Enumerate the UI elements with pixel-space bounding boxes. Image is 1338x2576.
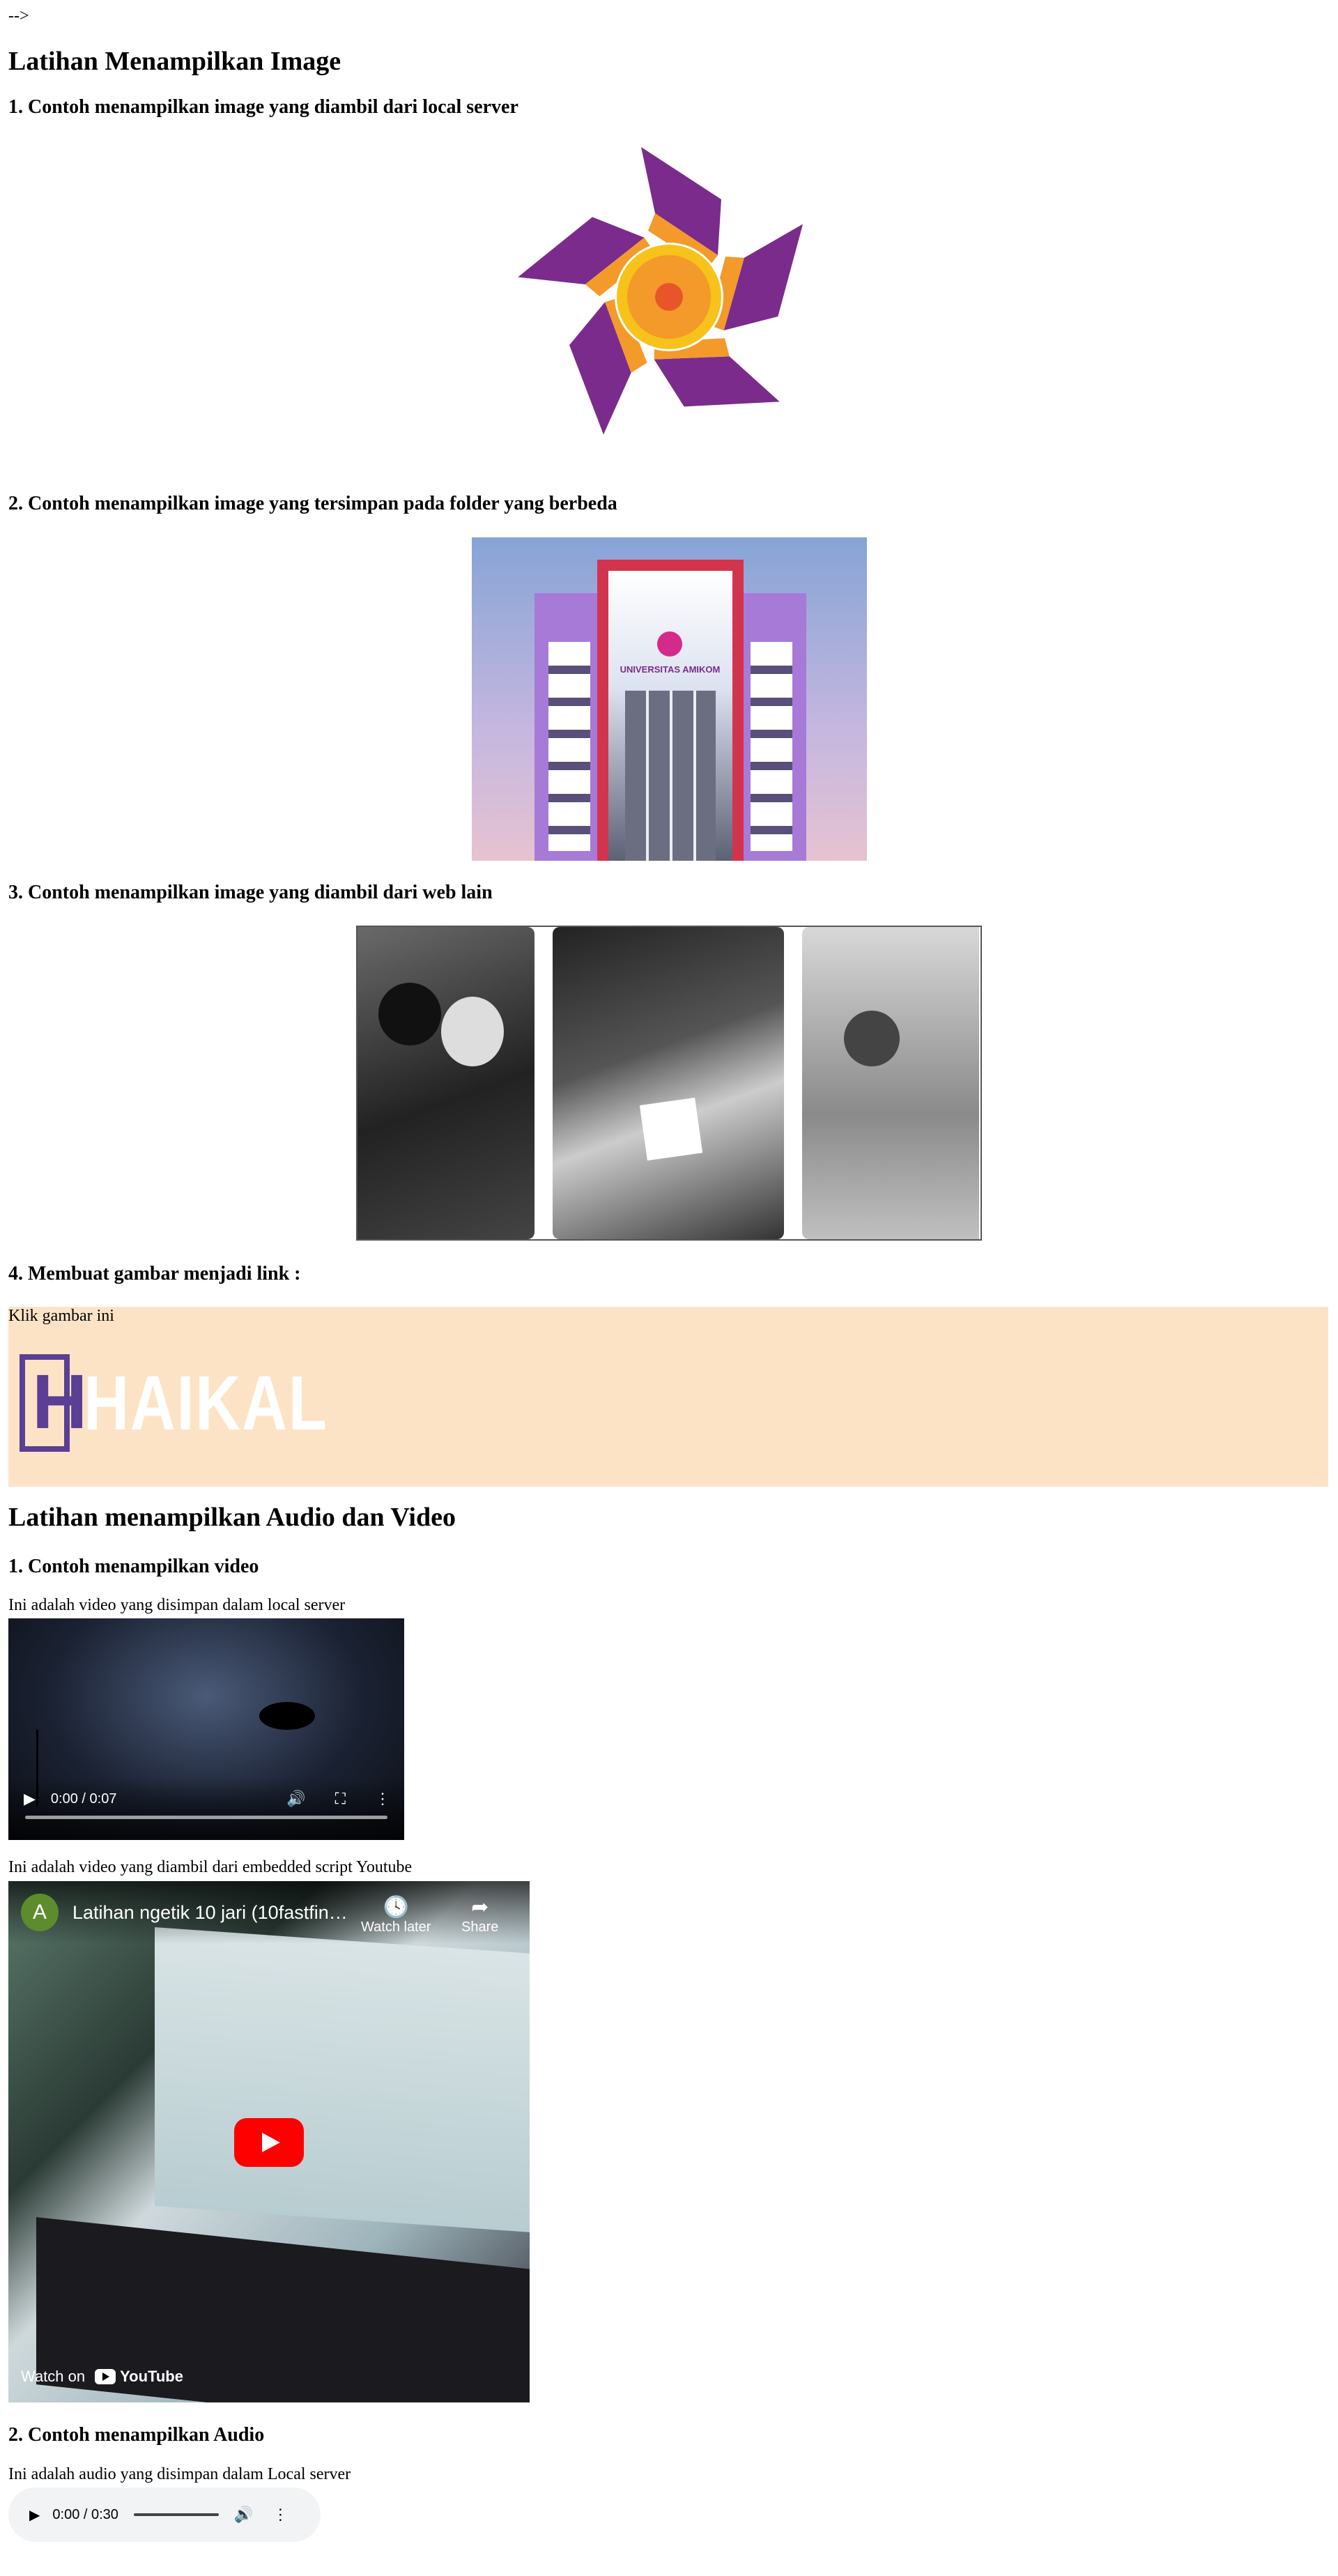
laptop-screen-scene xyxy=(155,1927,530,2232)
building-image: UNIVERSITAS AMIKOM xyxy=(0,537,1338,861)
heading-web-image: 3. Contoh menampilkan image yang diambil… xyxy=(8,882,493,903)
heading-folder-image: 2. Contoh menampilkan image yang tersimp… xyxy=(8,493,617,514)
heading-local-image: 1. Contoh menampilkan image yang diambil… xyxy=(8,96,518,118)
share-arrow-icon: ➦ xyxy=(471,1896,489,1919)
audio-time: 0:00 / 0:30 xyxy=(52,2506,118,2522)
haikal-wordmark: HAIKAL xyxy=(84,1360,328,1446)
youtube-logo-icon xyxy=(95,2369,116,2384)
heading-image-link: 4. Membuat gambar menjadi link : xyxy=(8,1263,301,1285)
youtube-embed[interactable]: A Latihan ngetik 10 jari (10fastfin… 🕓 W… xyxy=(8,1881,530,2402)
web-image-gallery xyxy=(0,926,1338,1241)
gallery-photo-2 xyxy=(553,927,784,1239)
audio-volume-icon[interactable]: 🔊 xyxy=(234,2506,253,2524)
clock-icon: 🕓 xyxy=(383,1896,409,1919)
building-sign: UNIVERSITAS AMIKOM xyxy=(620,664,721,675)
heading-video: 1. Contoh menampilkan video xyxy=(8,1556,259,1577)
video-progress-bar[interactable] xyxy=(25,1816,387,1819)
link-label: Klik gambar ini xyxy=(8,1307,114,1325)
gallery-photo-1 xyxy=(357,927,535,1239)
video-controls: ▶ 0:00 / 0:07 🔊 ⛶ ⋮ xyxy=(8,1777,404,1840)
audio-play-icon[interactable]: ▶ xyxy=(29,2506,40,2524)
local-video-player[interactable]: ▶ 0:00 / 0:07 🔊 ⛶ ⋮ xyxy=(8,1618,404,1840)
youtube-play-button[interactable] xyxy=(234,2118,304,2167)
audio-player[interactable]: ▶ 0:00 / 0:30 🔊 ⋮ xyxy=(8,2487,321,2542)
channel-avatar[interactable]: A xyxy=(21,1894,59,1931)
video-time: 0:00 / 0:07 xyxy=(50,1791,117,1807)
pentagon-logo-icon xyxy=(518,147,828,450)
youtube-video-title[interactable]: Latihan ngetik 10 jari (10fastfin… xyxy=(72,1902,348,1924)
audio-more-options-icon[interactable]: ⋮ xyxy=(272,2506,288,2524)
youtube-header: A Latihan ngetik 10 jari (10fastfin… 🕓 W… xyxy=(8,1881,530,1944)
volume-icon[interactable]: 🔊 xyxy=(286,1790,305,1808)
share-button[interactable]: ➦ Share xyxy=(461,1895,498,1935)
logo-image xyxy=(0,137,1338,457)
gallery-photo-3 xyxy=(802,927,979,1239)
play-icon[interactable]: ▶ xyxy=(24,1790,36,1808)
more-options-icon[interactable]: ⋮ xyxy=(375,1790,390,1808)
page-title-media: Latihan menampilkan Audio dan Video xyxy=(8,1503,456,1532)
watch-later-button[interactable]: 🕓 Watch later xyxy=(361,1895,431,1935)
fullscreen-icon[interactable]: ⛶ xyxy=(335,1790,346,1808)
youtube-caption: Ini adalah video yang diambil dari embed… xyxy=(8,1858,413,1876)
heading-audio: 2. Contoh menampilkan Audio xyxy=(8,2424,265,2446)
h-logo-icon: H xyxy=(20,1354,87,1452)
stray-comment-text: --> xyxy=(8,7,29,25)
watch-on-youtube-link[interactable]: Watch on YouTube xyxy=(21,2368,183,2386)
audio-progress-bar[interactable] xyxy=(133,2513,219,2516)
video-caption: Ini adalah video yang disimpan dalam loc… xyxy=(8,1596,346,1614)
page-title-image: Latihan Menampilkan Image xyxy=(8,47,341,76)
haikal-logo-link[interactable]: H HAIKAL xyxy=(20,1354,382,1452)
image-link-area: Klik gambar ini H HAIKAL xyxy=(8,1307,1328,1487)
building-logo-icon xyxy=(656,631,682,657)
audio-caption: Ini adalah audio yang disimpan dalam Loc… xyxy=(8,2465,351,2483)
tree-silhouette-2 xyxy=(259,1702,315,1730)
